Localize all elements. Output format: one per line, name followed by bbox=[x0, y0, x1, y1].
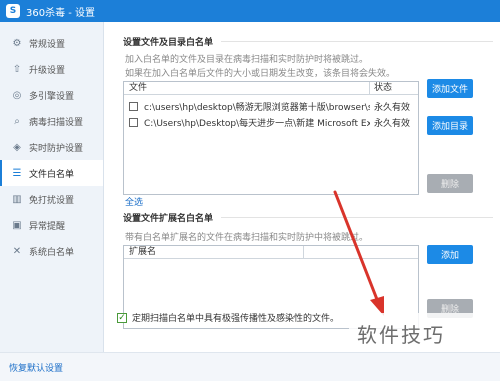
chart-icon: ▥ bbox=[12, 193, 22, 205]
sidebar-item-general[interactable]: ⚙ 常规设置 bbox=[0, 30, 103, 56]
sidebar-item-upgrade[interactable]: ⇧ 升级设置 bbox=[0, 56, 103, 82]
file-list-icon: ☰ bbox=[12, 167, 22, 179]
sidebar-item-label: 病毒扫描设置 bbox=[29, 117, 84, 128]
file-path: C:\Users\hp\Desktop\每天进步一点\新建 Microsoft … bbox=[144, 118, 370, 129]
sidebar-item-scan[interactable]: ⌕ 病毒扫描设置 bbox=[0, 108, 103, 134]
shield-icon: ◈ bbox=[13, 141, 21, 153]
alert-icon: ▣ bbox=[12, 219, 22, 231]
select-all-link[interactable]: 全选 bbox=[125, 195, 143, 208]
sidebar-item-label: 异常提醒 bbox=[29, 221, 66, 232]
column-header-extension[interactable]: 扩展名 bbox=[124, 246, 304, 258]
tools-icon: ✕ bbox=[12, 245, 22, 257]
sidebar-item-label: 多引擎设置 bbox=[29, 91, 75, 102]
sidebar: ⚙ 常规设置 ⇧ 升级设置 ◎ 多引擎设置 ⌕ 病毒扫描设置 ◈ 实时防护设置 … bbox=[0, 22, 104, 352]
section-divider bbox=[221, 41, 493, 42]
section-description: 加入白名单的文件及目录在病毒扫描和实时防护时将被跳过。 bbox=[125, 55, 369, 65]
sidebar-item-label: 常规设置 bbox=[29, 39, 66, 50]
table-header: 文件 状态 bbox=[124, 82, 418, 95]
title-bar: S 360杀毒 - 设置 bbox=[0, 0, 500, 22]
sidebar-item-label: 文件白名单 bbox=[29, 169, 75, 180]
sidebar-item-file-whitelist[interactable]: ☰ 文件白名单 bbox=[0, 160, 103, 186]
row-checkbox[interactable] bbox=[129, 117, 138, 127]
sidebar-item-system-whitelist[interactable]: ✕ 系统白名单 bbox=[0, 238, 103, 264]
periodic-scan-label: 定期扫描白名单中具有极强传播性及感染性的文件。 bbox=[132, 314, 340, 324]
footer-bar: 恢复默认设置 bbox=[0, 352, 500, 381]
sidebar-item-engines[interactable]: ◎ 多引擎设置 bbox=[0, 82, 103, 108]
table-row[interactable]: c:\users\hp\desktop\畅游无限浏览器第十版\browser\s… bbox=[124, 98, 418, 114]
column-header-status[interactable]: 状态 bbox=[370, 82, 418, 94]
section-title-file-whitelist: 设置文件及目录白名单 bbox=[123, 38, 214, 48]
annotation-arrow-icon bbox=[333, 190, 384, 316]
search-icon: ⌕ bbox=[14, 115, 20, 127]
column-header-file[interactable]: 文件 bbox=[124, 82, 370, 94]
add-extension-button[interactable]: 添加 bbox=[427, 245, 473, 264]
section-description: 如果在加入白名单后文件的大小或日期发生改变，该条目将会失效。 bbox=[125, 69, 396, 79]
sidebar-item-label: 免打扰设置 bbox=[29, 195, 75, 206]
delete-file-button[interactable]: 删除 bbox=[427, 174, 473, 193]
window-title: 360杀毒 - 设置 bbox=[26, 7, 96, 19]
file-path: c:\users\hp\desktop\畅游无限浏览器第十版\browser\s… bbox=[144, 102, 370, 113]
app-logo-icon: S bbox=[6, 4, 20, 18]
sidebar-item-label: 系统白名单 bbox=[29, 247, 75, 258]
table-row[interactable]: C:\Users\hp\Desktop\每天进步一点\新建 Microsoft … bbox=[124, 114, 418, 130]
periodic-scan-option[interactable]: ✓ 定期扫描白名单中具有极强传播性及感染性的文件。 bbox=[117, 311, 339, 324]
row-status: 永久有效 bbox=[374, 118, 411, 129]
watermark-text: 软件技巧 bbox=[357, 323, 445, 347]
main-content: 设置文件及目录白名单 加入白名单的文件及目录在病毒扫描和实时防护时将被跳过。 如… bbox=[104, 22, 500, 352]
add-directory-button[interactable]: 添加目录 bbox=[427, 116, 473, 135]
row-status: 永久有效 bbox=[374, 102, 411, 113]
sidebar-item-label: 升级设置 bbox=[29, 65, 66, 76]
engine-icon: ◎ bbox=[12, 89, 22, 101]
section-title-extension-whitelist: 设置文件扩展名白名单 bbox=[123, 214, 214, 224]
sidebar-item-label: 实时防护设置 bbox=[29, 143, 84, 154]
periodic-scan-checkbox[interactable]: ✓ bbox=[117, 312, 127, 323]
row-checkbox[interactable] bbox=[129, 101, 138, 111]
sidebar-item-alerts[interactable]: ▣ 异常提醒 bbox=[0, 212, 103, 238]
sidebar-item-realtime[interactable]: ◈ 实时防护设置 bbox=[0, 134, 103, 160]
add-file-button[interactable]: 添加文件 bbox=[427, 79, 473, 98]
restore-defaults-link[interactable]: 恢复默认设置 bbox=[9, 361, 63, 374]
gear-icon: ⚙ bbox=[12, 37, 22, 49]
upload-icon: ⇧ bbox=[12, 63, 22, 75]
sidebar-item-do-not-disturb[interactable]: ▥ 免打扰设置 bbox=[0, 186, 103, 212]
file-whitelist-table[interactable]: 文件 状态 c:\users\hp\desktop\畅游无限浏览器第十版\bro… bbox=[123, 81, 419, 195]
